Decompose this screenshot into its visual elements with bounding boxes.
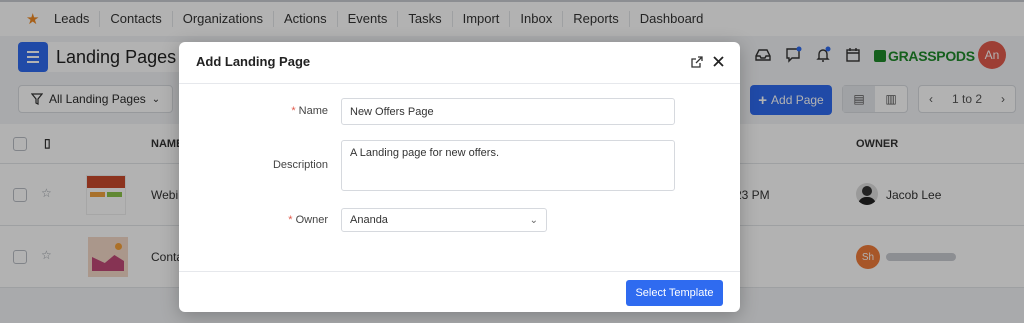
- name-input[interactable]: New Offers Page: [341, 98, 675, 125]
- name-label: * Name: [291, 105, 328, 117]
- add-landing-page-dialog: Add Landing Page * Name New Offers Page …: [179, 42, 740, 312]
- chevron-down-icon: ⌄: [529, 214, 538, 226]
- dialog-title: Add Landing Page: [196, 54, 311, 69]
- dialog-header: Add Landing Page: [179, 42, 740, 84]
- close-icon[interactable]: [712, 55, 725, 68]
- owner-select[interactable]: Ananda ⌄: [341, 208, 547, 232]
- description-label: Description: [272, 159, 328, 171]
- open-external-icon[interactable]: [690, 55, 704, 69]
- owner-label: * Owner: [288, 214, 328, 226]
- description-textarea[interactable]: A Landing page for new offers.: [341, 140, 675, 191]
- select-template-button[interactable]: Select Template: [626, 280, 723, 306]
